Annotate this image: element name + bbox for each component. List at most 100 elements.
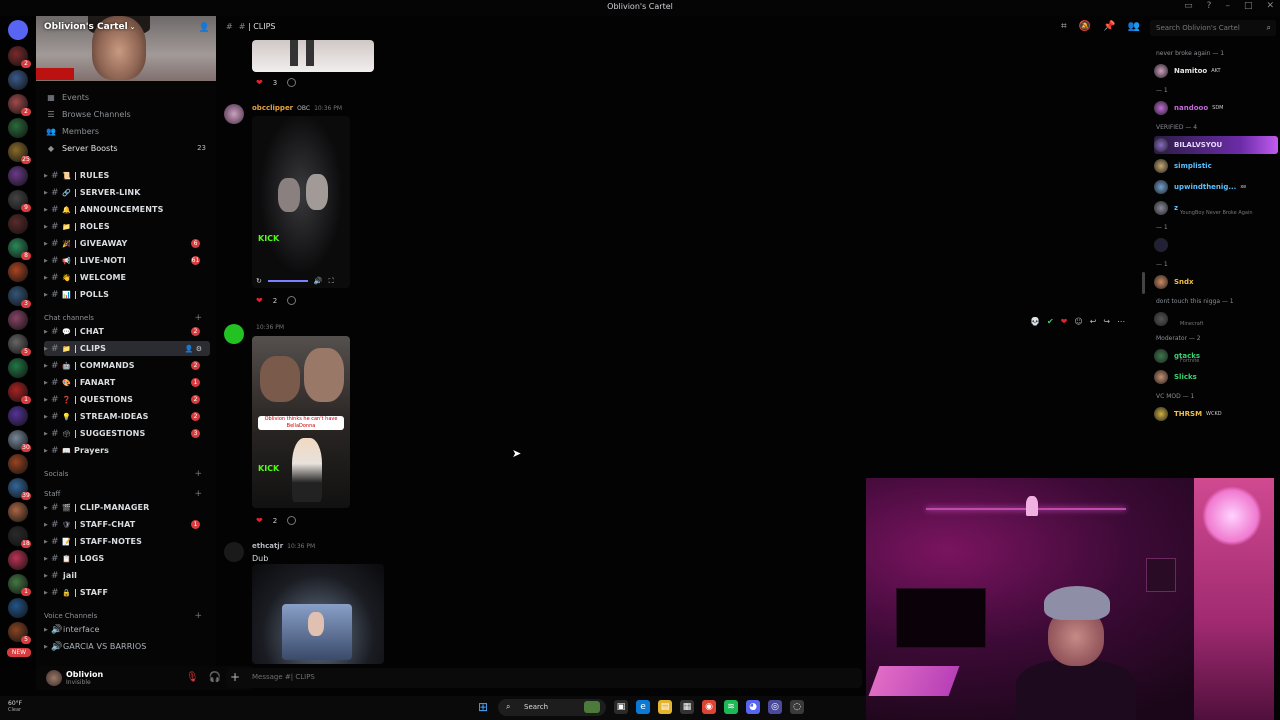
app-icon[interactable]: ◌ [790, 700, 804, 714]
message-author[interactable]: ethcatjr [252, 542, 283, 550]
avatar[interactable] [224, 324, 244, 344]
avatar[interactable] [224, 104, 244, 124]
server-icon[interactable] [8, 310, 28, 330]
channel-item[interactable]: ▶ # 🛡 | STAFF-CHAT 1 [44, 517, 210, 532]
server-icon[interactable] [8, 406, 28, 426]
server-icon[interactable] [8, 118, 28, 138]
server-icon[interactable] [8, 166, 28, 186]
server-icon[interactable] [8, 70, 28, 90]
channel-category[interactable]: Staff + [44, 488, 210, 500]
channel-item[interactable]: ▶ # 👋 | WELCOME [44, 270, 210, 285]
notifications-icon[interactable]: 🔕 [1079, 21, 1091, 32]
channel-item[interactable]: ▶ # 🔔 | ANNOUNCEMENTS [44, 202, 210, 217]
voice-channel[interactable]: ▶ 🔊 interface [44, 622, 210, 637]
channel-item[interactable]: ▶ # ❓ | QUESTIONS 2 [44, 392, 210, 407]
server-icon[interactable] [8, 598, 28, 618]
member-item[interactable]: upwindthenig... xe [1154, 178, 1278, 196]
member-item[interactable] [1154, 236, 1278, 254]
channel-item[interactable]: ▶ # 🎉 | GIVEAWAY 6 [44, 236, 210, 251]
channel-item[interactable]: ▶ # 📜 | RULES [44, 168, 210, 183]
inbox-icon[interactable]: ▭ [1184, 1, 1193, 11]
video-clip[interactable] [252, 564, 384, 664]
channel-item[interactable]: ▶ # 🤖 | COMMANDS 2 [44, 358, 210, 373]
add-channel-icon[interactable]: + [194, 489, 202, 499]
channel-category[interactable]: Chat channels + [44, 312, 210, 324]
channel-item[interactable]: ▶ # 📝 | STAFF-NOTES [44, 534, 210, 549]
server-icon[interactable] [8, 358, 28, 378]
volume-icon[interactable]: 🔊 [314, 277, 323, 285]
member-item[interactable]: BILALVSYOU [1154, 136, 1278, 154]
taskbar-search[interactable]: ⌕ Search [498, 699, 606, 716]
home-button[interactable] [8, 20, 28, 40]
member-item[interactable]: simplistic [1154, 157, 1278, 175]
member-item[interactable]: z YoungBoy Never Broke Again [1154, 199, 1278, 217]
member-item[interactable]: nandooo SDM [1154, 99, 1278, 117]
member-item[interactable]: Namitoo AKT [1154, 62, 1278, 80]
close-button[interactable]: ✕ [1266, 1, 1274, 11]
sidebar-item-events[interactable]: ▦ Events [44, 90, 210, 104]
help-icon[interactable]: ? [1207, 1, 1212, 11]
member-item[interactable]: Sndx [1154, 273, 1278, 291]
add-channel-icon[interactable]: + [194, 313, 202, 323]
channel-item[interactable]: ▶ # 📁 | ROLES [44, 219, 210, 234]
add-channel-icon[interactable]: + [194, 469, 202, 479]
channel-item[interactable]: ▶ # 📖 Prayers [44, 443, 210, 458]
heart-reaction-icon[interactable]: ❤ [256, 78, 263, 87]
task-view-icon[interactable]: ▣ [614, 700, 628, 714]
check-reaction-icon[interactable]: ✔ [1047, 317, 1054, 326]
channel-item[interactable]: ▶ # 📢 | LIVE-NOTI 61 [44, 253, 210, 268]
server-icon[interactable]: 18 [8, 526, 31, 548]
channel-item[interactable]: ▶ # 📊 | POLLS [44, 287, 210, 302]
more-icon[interactable]: ⋯ [1117, 317, 1125, 326]
server-icon[interactable]: 2 [8, 46, 31, 68]
edge-icon[interactable]: e [636, 700, 650, 714]
minimize-button[interactable]: – [1225, 1, 1230, 11]
video-clip[interactable]: Oblivion thinks he can't have BellaDonna… [252, 336, 350, 508]
reply-icon[interactable]: ↩ [1090, 317, 1097, 326]
channel-item[interactable]: ▶ # 🔗 | SERVER-LINK [44, 185, 210, 200]
server-icon[interactable]: 5 [8, 334, 31, 356]
member-list-icon[interactable]: 👥 [1128, 21, 1140, 32]
member-scrollbar[interactable] [1142, 272, 1145, 294]
channel-item[interactable]: ▶ # 🔒 | STAFF [44, 585, 210, 600]
channel-item[interactable]: ▶ # 📋 | LOGS [44, 551, 210, 566]
member-item[interactable]: Slicks [1154, 368, 1278, 386]
pin-icon[interactable]: 📌 [1103, 21, 1115, 32]
obs-icon[interactable]: ◎ [768, 700, 782, 714]
windows-start-icon[interactable]: ⊞ [478, 700, 492, 714]
video-clip[interactable]: KICK ↻ 🔊 ⛶ [252, 116, 350, 288]
discord-icon[interactable]: ◕ [746, 700, 760, 714]
avatar[interactable] [224, 542, 244, 562]
add-reaction-icon[interactable] [287, 516, 297, 525]
spotify-icon[interactable]: ≋ [724, 700, 738, 714]
weather-widget[interactable]: 60°F Clear [8, 700, 22, 713]
add-reaction-icon[interactable]: ☺ [1074, 317, 1082, 326]
channel-item[interactable]: ▶ # 💬 | CHAT 2 [44, 324, 210, 339]
member-item[interactable]: THRSM WCKD [1154, 405, 1278, 423]
sidebar-item-server-boosts[interactable]: ◆ Server Boosts 23 [44, 141, 210, 155]
channel-item[interactable]: ▶ # 📁 | CLIPS 👤 ⚙ [44, 341, 210, 356]
server-icon[interactable]: 9 [8, 190, 31, 212]
message-composer[interactable]: + Message #| CLIPS [226, 668, 862, 688]
server-icon[interactable]: 25 [8, 142, 31, 164]
member-item[interactable]: Minecraft [1154, 310, 1278, 328]
fullscreen-icon[interactable]: ⛶ [329, 277, 334, 286]
server-icon[interactable] [8, 502, 28, 522]
server-icon[interactable] [8, 550, 28, 570]
heart-reaction-icon[interactable]: ❤ [256, 296, 263, 305]
server-icon[interactable]: 30 [8, 430, 31, 452]
skull-reaction-icon[interactable]: 💀 [1030, 317, 1040, 326]
server-name[interactable]: Oblivion's Cartel ⌄ [44, 22, 136, 32]
add-channel-icon[interactable]: + [194, 611, 202, 621]
member-item[interactable]: gtacks Fortnite [1154, 347, 1278, 365]
forward-icon[interactable]: ↪ [1103, 317, 1110, 326]
server-icon[interactable] [8, 214, 28, 234]
heart-reaction-icon[interactable]: ❤ [1061, 317, 1068, 326]
add-reaction-icon[interactable] [287, 78, 297, 87]
avatar[interactable] [46, 670, 62, 686]
mute-icon[interactable]: 🎙 [186, 672, 199, 683]
add-reaction-icon[interactable] [287, 296, 297, 305]
invite-icon[interactable]: 👤 [199, 23, 210, 33]
video-progress[interactable] [267, 280, 308, 282]
server-icon[interactable] [8, 454, 28, 474]
